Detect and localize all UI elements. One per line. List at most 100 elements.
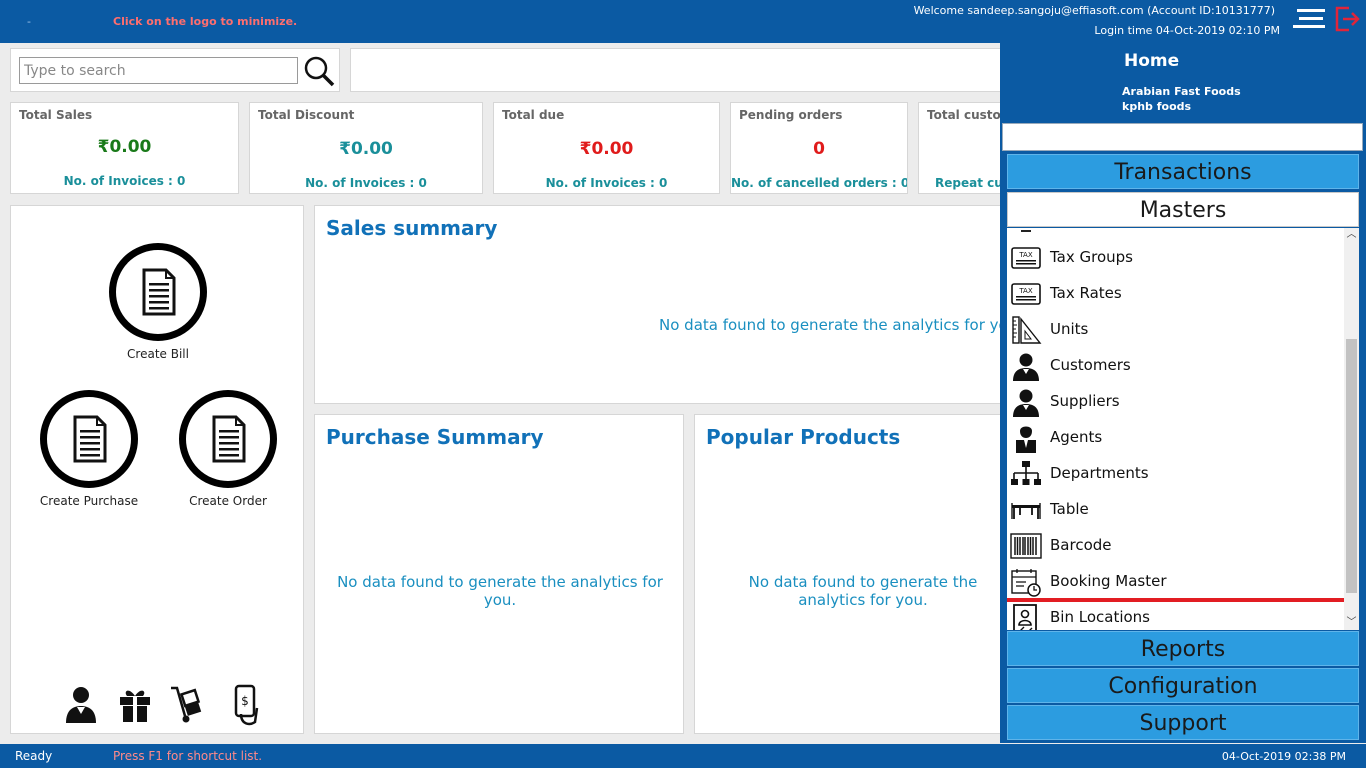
logout-icon[interactable] (1333, 5, 1361, 33)
card-sub: No. of Invoices : 0 (545, 176, 668, 190)
scroll-up-arrow-icon[interactable]: ︿ (1344, 228, 1359, 242)
masters-item-label: Barcode (1050, 536, 1112, 554)
side-home-title[interactable]: Home (1124, 51, 1179, 71)
customer-icon[interactable] (63, 684, 99, 724)
masters-item-tax-groups[interactable]: TAX Tax Groups (1007, 239, 1344, 275)
card-title: Total Sales (19, 108, 93, 122)
masters-item-label: Tax Rates (1050, 284, 1122, 302)
minimize-hint: Click on the logo to minimize. (113, 15, 298, 28)
empty-state-text: No data found to generate the analytics … (659, 316, 1010, 334)
scroll-down-arrow-icon[interactable]: ﹀ (1344, 616, 1359, 630)
masters-item-barcode[interactable]: Barcode (1007, 527, 1344, 563)
masters-item-label: Suppliers (1050, 392, 1120, 410)
welcome-text: Welcome sandeep.sangoju@effiasoft.com (A… (913, 4, 1275, 17)
section-support[interactable]: Support (1007, 705, 1359, 740)
app-logo[interactable]: - (27, 15, 31, 28)
card-pending-orders[interactable]: Pending orders 0 No. of cancelled orders… (730, 102, 908, 194)
empty-state-text: No data found to generate the analytics … (337, 573, 663, 609)
card-sub: No. of Invoices : 0 (305, 176, 427, 190)
agent-icon (1016, 426, 1036, 453)
masters-item-bin-locations[interactable]: Bin Locations (1007, 598, 1350, 630)
mobile-payment-icon[interactable]: $ (227, 684, 263, 728)
search-icon[interactable] (302, 54, 336, 88)
tax-icon: TAX (1011, 247, 1041, 269)
popular-products-panel: Popular Products No data found to genera… (694, 414, 1010, 734)
masters-item-label: Departments (1050, 464, 1149, 482)
masters-item-booking-master[interactable]: Booking Master (1007, 563, 1344, 599)
barcode-icon (1010, 533, 1042, 559)
panel-title: Popular Products (706, 425, 901, 449)
card-value: ₹0.00 (339, 139, 393, 159)
table-icon (1011, 503, 1041, 519)
org-chart-icon (1011, 461, 1041, 485)
masters-item-departments[interactable]: Departments (1007, 455, 1344, 491)
section-configuration[interactable]: Configuration (1007, 668, 1359, 703)
masters-item-customers[interactable]: Customers (1007, 347, 1344, 383)
empty-state-text: No data found to generate the analytics … (748, 573, 978, 609)
scroll-thumb[interactable] (1346, 339, 1357, 593)
company-line-1: Arabian Fast Foods (1122, 85, 1241, 98)
masters-item-label: Booking Master (1050, 572, 1167, 590)
create-order-label: Create Order (189, 494, 267, 508)
card-total-customers[interactable]: Total custo Repeat cus (918, 102, 1008, 194)
top-header: - Click on the logo to minimize. Welcome… (0, 0, 1366, 43)
card-value: ₹0.00 (97, 137, 152, 157)
tax-icon: TAX (1011, 283, 1041, 305)
card-title: Total custo (927, 108, 1001, 122)
card-value: ₹0.00 (579, 139, 634, 159)
status-datetime: 04-Oct-2019 02:38 PM (1221, 750, 1346, 763)
hand-truck-icon[interactable] (169, 684, 205, 724)
purchase-summary-panel: Purchase Summary No data found to genera… (314, 414, 684, 734)
card-sub: Repeat cus (935, 176, 1008, 190)
masters-item-table[interactable]: Table (1007, 491, 1344, 527)
bottom-shortcut-bar: $ (63, 684, 263, 730)
side-menu-search[interactable] (1002, 123, 1363, 151)
svg-text:TAX: TAX (1018, 251, 1033, 259)
section-masters[interactable]: Masters (1007, 192, 1359, 227)
search-input[interactable] (19, 57, 298, 84)
card-total-discount[interactable]: Total Discount ₹0.00 No. of Invoices : 0 (249, 102, 483, 194)
section-reports[interactable]: Reports (1007, 631, 1359, 666)
masters-item-agents[interactable]: Agents (1007, 419, 1344, 455)
company-name: Arabian Fast Foods kphb foods (1122, 84, 1241, 114)
masters-item-units[interactable]: Units (1007, 311, 1344, 347)
masters-item-suppliers[interactable]: Suppliers (1007, 383, 1344, 419)
section-transactions[interactable]: Transactions (1007, 154, 1359, 189)
supplier-icon (1013, 389, 1039, 417)
shortcut-hint: Press F1 for shortcut list. (113, 749, 263, 763)
side-menu: Home Arabian Fast Foods kphb foods Trans… (1000, 43, 1366, 743)
create-purchase-label: Create Purchase (39, 494, 139, 508)
company-line-2: kphb foods (1122, 100, 1192, 113)
card-value: 0 (813, 139, 825, 159)
card-sub: No. of Invoices : 0 (63, 174, 186, 188)
customer-icon (1013, 353, 1039, 381)
status-bar: Ready Press F1 for shortcut list. 04-Oct… (0, 744, 1366, 768)
panel-title: Sales summary (326, 216, 498, 240)
panel-title: Purchase Summary (326, 425, 544, 449)
card-total-due[interactable]: Total due ₹0.00 No. of Invoices : 0 (493, 102, 720, 194)
card-title: Total Discount (258, 108, 355, 122)
masters-item-label: Agents (1050, 428, 1103, 446)
create-purchase-button[interactable]: Create Purchase (29, 390, 149, 508)
ruler-icon (1012, 316, 1042, 344)
hamburger-icon[interactable] (1293, 9, 1325, 31)
clipped-item-icon (1021, 228, 1031, 232)
masters-item-label: Bin Locations (1050, 608, 1150, 626)
masters-item-tax-rates[interactable]: TAX Tax Rates (1007, 275, 1344, 311)
create-order-button[interactable]: Create Order (173, 390, 283, 508)
masters-item-label: Customers (1050, 356, 1131, 374)
masters-scrollbar[interactable]: ︿ ﹀ (1344, 228, 1359, 630)
create-bill-button[interactable]: Create Bill (108, 243, 208, 361)
search-panel (10, 48, 340, 92)
card-title: Pending orders (739, 108, 843, 122)
bin-location-icon (1013, 604, 1037, 630)
bill-document-icon (109, 243, 207, 341)
card-title: Total due (502, 108, 565, 122)
gift-icon[interactable] (117, 684, 153, 724)
masters-item-label: Table (1050, 500, 1089, 518)
masters-list: TAX Tax Groups TAX Tax Rates Units Custo… (1007, 228, 1359, 630)
quick-actions-panel: Create Bill Create Purchase Create Order… (10, 205, 304, 734)
sales-summary-panel: Sales summary No data found to generate … (314, 205, 1010, 404)
card-total-sales[interactable]: Total Sales ₹0.00 No. of Invoices : 0 (10, 102, 239, 194)
calendar-clock-icon (1011, 569, 1041, 597)
